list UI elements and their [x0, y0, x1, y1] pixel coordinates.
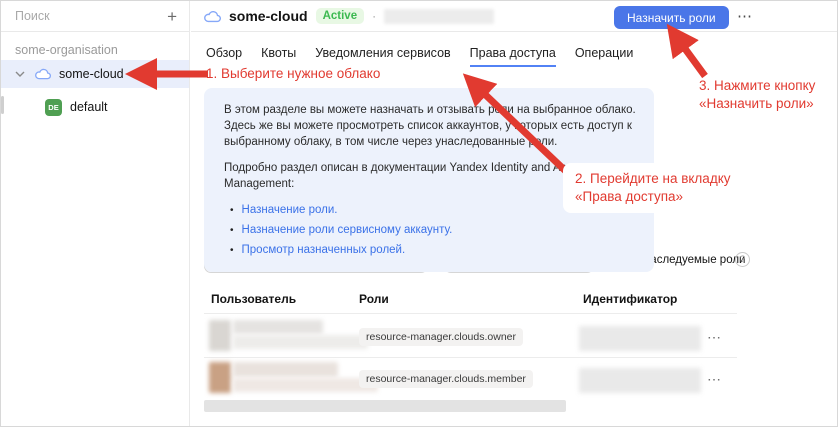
- redacted-identifier: [579, 368, 701, 393]
- table-divider: [204, 357, 737, 358]
- redacted-user-login: [233, 335, 368, 349]
- redacted-identifier: [579, 326, 701, 351]
- sidebar: Поиск + some-organisation some-cloud DE …: [1, 1, 190, 426]
- link-assign-role-service-account[interactable]: Назначение роли сервисному аккаунту.: [242, 222, 453, 238]
- app-window: Поиск + some-organisation some-cloud DE …: [0, 0, 838, 427]
- redacted-cloud-id: [384, 9, 494, 24]
- sidebar-search-row: Поиск +: [1, 1, 189, 32]
- bullet-icon: •: [230, 243, 234, 259]
- redacted-user-avatar: [209, 362, 231, 393]
- redacted-user-avatar: [209, 320, 231, 351]
- role-chip: resource-manager.clouds.member: [359, 370, 533, 388]
- column-header-identifier: Идентификатор: [583, 292, 677, 306]
- tab-bar: Обзор Квоты Уведомления сервисов Права д…: [206, 46, 633, 67]
- row-more-icon[interactable]: ⋯: [707, 372, 722, 386]
- cloud-icon: [204, 10, 221, 23]
- tab-quotas[interactable]: Квоты: [261, 46, 296, 67]
- sidebar-item-some-cloud[interactable]: some-cloud: [1, 60, 189, 88]
- annotation-step2-line2: «Права доступа»: [575, 188, 735, 206]
- bullet-icon: •: [230, 223, 234, 239]
- redacted-user-name: [233, 320, 323, 334]
- info-paragraph: В этом разделе вы можете назначать и отз…: [224, 102, 636, 150]
- search-input[interactable]: Поиск: [15, 9, 167, 23]
- link-view-assigned-roles[interactable]: Просмотр назначенных ролей.: [242, 242, 406, 258]
- column-header-user: Пользователь: [211, 292, 296, 306]
- more-menu-icon[interactable]: ⋯: [737, 9, 753, 24]
- redacted-user-login: [233, 378, 378, 392]
- annotation-step2-card: 2. Перейдите на вкладку «Права доступа»: [563, 163, 735, 213]
- annotation-step3-line1: 3. Нажмите кнопку: [699, 77, 838, 95]
- role-chip: resource-manager.clouds.owner: [359, 328, 523, 346]
- horizontal-scrollbar[interactable]: [204, 400, 566, 412]
- dot-separator: ·: [372, 9, 376, 23]
- table-divider: [204, 313, 737, 314]
- chevron-down-icon: [15, 71, 25, 77]
- folder-badge: DE: [45, 99, 62, 116]
- column-header-roles: Роли: [359, 292, 389, 306]
- annotation-step1: 1. Выберите нужное облако: [206, 65, 380, 83]
- annotation-step3: 3. Нажмите кнопку «Назначить роли»: [699, 77, 838, 113]
- page-title: some-cloud: [229, 8, 308, 24]
- link-assign-role[interactable]: Назначение роли.: [242, 202, 338, 218]
- row-more-icon[interactable]: ⋯: [707, 330, 722, 344]
- tab-operations[interactable]: Операции: [575, 46, 633, 67]
- redacted-user-name: [233, 362, 338, 377]
- bullet-icon: •: [230, 203, 234, 219]
- sidebar-item-default[interactable]: DE default: [1, 93, 189, 121]
- inherited-roles-label: Наследуемые роли: [642, 254, 745, 266]
- status-badge: Active: [316, 8, 365, 24]
- tab-service-notifications[interactable]: Уведомления сервисов: [315, 46, 450, 67]
- annotation-step2-line1: 2. Перейдите на вкладку: [575, 170, 735, 188]
- sidebar-scrollbar[interactable]: [1, 96, 4, 114]
- help-icon[interactable]: ?: [735, 252, 750, 267]
- annotation-step3-line2: «Назначить роли»: [699, 95, 838, 113]
- organisation-label[interactable]: some-organisation: [15, 43, 118, 57]
- tab-access-rights[interactable]: Права доступа: [470, 46, 556, 67]
- cloud-icon: [35, 68, 51, 80]
- sidebar-item-label: some-cloud: [59, 67, 124, 81]
- add-icon[interactable]: +: [167, 8, 177, 25]
- assign-roles-button[interactable]: Назначить роли: [614, 6, 729, 29]
- tab-overview[interactable]: Обзор: [206, 46, 242, 67]
- sidebar-item-label: default: [70, 100, 108, 114]
